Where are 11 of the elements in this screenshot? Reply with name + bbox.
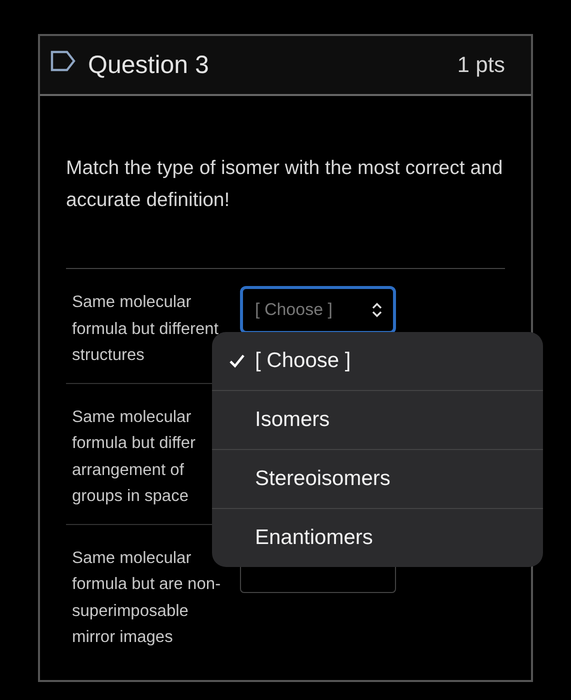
menu-option[interactable]: Stereoisomers: [212, 449, 543, 508]
points-label: 1 pts: [457, 52, 505, 78]
chevron-icon: [371, 302, 383, 318]
menu-option[interactable]: Enantiomers: [212, 508, 543, 567]
definition-text: Same molecular formula but differ arrangement of groups in space: [72, 406, 196, 507]
bookmark-icon: [50, 50, 76, 72]
question-title: Question 3: [88, 50, 209, 80]
menu-option[interactable]: Isomers: [212, 390, 543, 449]
question-prompt: Match the type of isomer with the most correct and accurate definition!: [66, 152, 505, 269]
checkmark-icon: [229, 354, 245, 368]
definition-text: Same molecular formula but different structures: [72, 292, 218, 366]
